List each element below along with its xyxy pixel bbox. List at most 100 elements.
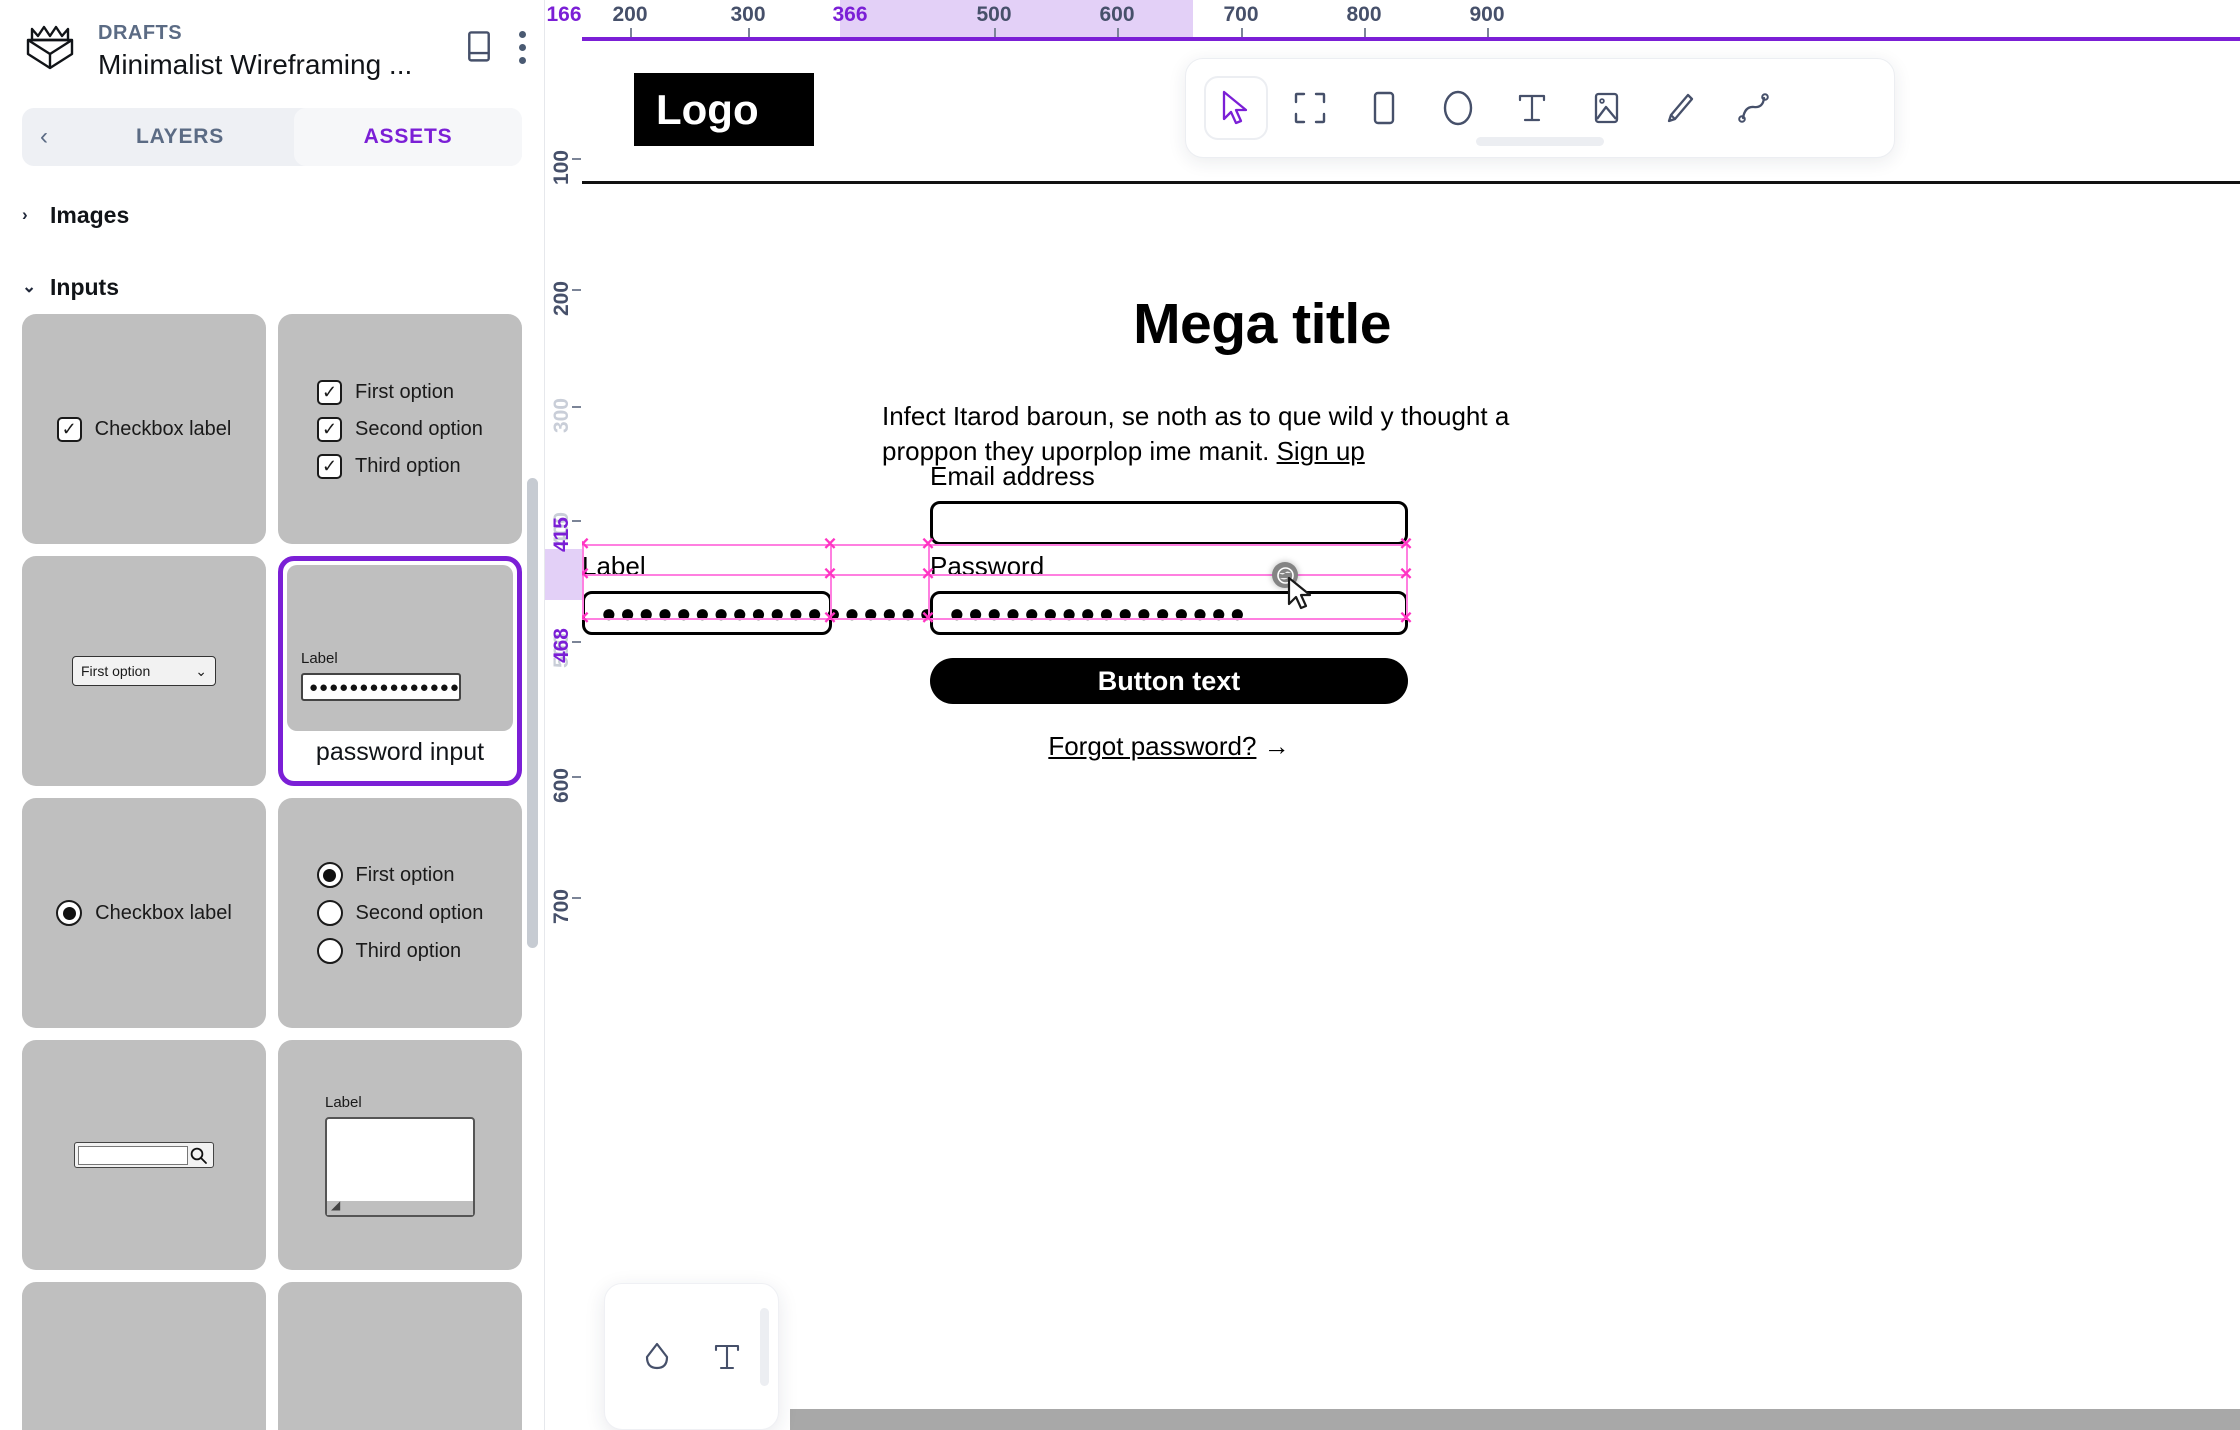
- cursor-icon[interactable]: [1204, 76, 1268, 140]
- nav-divider: [582, 181, 2240, 184]
- ruler-tick: [1364, 28, 1366, 37]
- checkbox-icon: ✓: [317, 379, 343, 405]
- checkbox-icon: ✓: [317, 416, 343, 442]
- ruler-selection-range-vertical: [545, 549, 582, 600]
- select-dropdown: First option ⌄: [72, 656, 216, 686]
- ellipse-icon[interactable]: [1426, 76, 1490, 140]
- asset-card-textarea[interactable]: Label ◢: [278, 1040, 522, 1270]
- text-icon[interactable]: [1500, 76, 1564, 140]
- asset-card-checkbox-group[interactable]: ✓ First option ✓ Second option ✓ Third o…: [278, 314, 522, 544]
- chevron-left-icon[interactable]: ‹: [22, 123, 66, 151]
- logo[interactable]: Logo: [634, 73, 814, 146]
- checkbox-group: ✓ First option ✓ Second option ✓ Third o…: [317, 379, 483, 479]
- password-field: ●●●●●●●●●●●●●●●●: [301, 673, 461, 701]
- selection-handle[interactable]: ✕: [582, 610, 591, 627]
- checkbox-row: ✓ Checkbox label: [56, 416, 231, 442]
- selection-handle[interactable]: ✕: [921, 610, 936, 627]
- ruler-tick: [572, 289, 581, 291]
- selection-guide: [582, 574, 1408, 576]
- selection-handle[interactable]: ✕: [1399, 566, 1414, 583]
- selection-handle[interactable]: ✕: [921, 536, 936, 553]
- selection-guide: [582, 618, 1408, 620]
- selection-handle[interactable]: ✕: [582, 536, 591, 553]
- ruler-tick-label: 166: [546, 3, 582, 26]
- hero-title[interactable]: Mega title: [882, 291, 1642, 357]
- assets-panel: DRAFTS Minimalist Wireframing ... ‹ LAYE…: [0, 0, 545, 1430]
- email-field[interactable]: [930, 501, 1408, 545]
- ruler-tick-label: 500: [976, 3, 1012, 26]
- password-left-field[interactable]: ●●●●●●●●●●●●●●●●●●: [582, 591, 935, 635]
- tools-toolbar[interactable]: [1185, 58, 1895, 158]
- list-item: ✓ First option: [317, 379, 483, 405]
- search-text-area: [78, 1145, 188, 1165]
- forgot-password-link[interactable]: Forgot password? →: [930, 731, 1408, 762]
- selection-handle[interactable]: ✕: [823, 610, 838, 627]
- tab-layers[interactable]: LAYERS: [66, 108, 294, 166]
- ruler-tick: [572, 158, 581, 160]
- password-right-group: Password ●●●●●●●●●●●●●●●●: [930, 551, 1408, 635]
- ruler-tick: [1117, 28, 1119, 37]
- kebab-menu-icon[interactable]: [518, 30, 526, 64]
- section-inputs[interactable]: ⌄ Inputs: [0, 264, 544, 310]
- style-panel-scrollbar[interactable]: [760, 1308, 769, 1386]
- asset-card-radio-single[interactable]: Checkbox label: [22, 798, 266, 1028]
- panel-tabs: ‹ LAYERS ASSETS: [22, 108, 522, 166]
- vertical-ruler[interactable]: 100 200 300 400 415 500 468 600 700: [545, 37, 582, 1430]
- asset-card-password-input[interactable]: Label ●●●●●●●●●●●●●●●● password input: [278, 556, 522, 786]
- design-canvas[interactable]: Logo Mega title Infect Itarod baroun, se…: [582, 41, 2240, 1430]
- ruler-tick-label: 800: [1346, 3, 1382, 26]
- selection-handle[interactable]: ✕: [1399, 536, 1414, 553]
- checkbox-icon: ✓: [56, 416, 82, 442]
- droplet-icon[interactable]: [642, 1340, 672, 1374]
- horizontal-ruler[interactable]: 166 200 300 366 500 600 700 800 900: [545, 0, 2240, 37]
- selection-handle[interactable]: ✕: [823, 566, 838, 583]
- canvas-horizontal-scrollbar[interactable]: [790, 1409, 2240, 1430]
- header-icons: [464, 30, 526, 64]
- artboard[interactable]: Logo Mega title Infect Itarod baroun, se…: [582, 41, 2240, 1391]
- text-icon[interactable]: [712, 1341, 742, 1373]
- chevron-down-icon: ⌄: [22, 277, 37, 296]
- asset-card-select[interactable]: First option ⌄: [22, 556, 266, 786]
- arrow-right-icon: →: [1263, 731, 1290, 761]
- checkbox-label: Second option: [355, 417, 483, 440]
- radio-icon: [316, 900, 343, 926]
- ruler-tick-label: 600: [550, 768, 573, 804]
- selection-handle[interactable]: ✕: [921, 566, 936, 583]
- asset-grid: ✓ Checkbox label ✓ First option ✓ Second…: [0, 314, 544, 1430]
- breadcrumb[interactable]: DRAFTS: [98, 22, 464, 45]
- page-icon[interactable]: [464, 30, 494, 64]
- selection-handle[interactable]: ✕: [582, 566, 591, 583]
- frame-icon[interactable]: [1278, 76, 1342, 140]
- ruler-tick-label: 700: [1223, 3, 1259, 26]
- page-title[interactable]: Minimalist Wireframing ...: [98, 49, 464, 81]
- hero-paragraph-text: Infect Itarod baroun, se noth as to que …: [882, 401, 1510, 467]
- pen-icon[interactable]: [1722, 76, 1786, 140]
- asset-card-checkbox-single[interactable]: ✓ Checkbox label: [22, 314, 266, 544]
- asset-card-radio-group[interactable]: First option Second option Third option: [278, 798, 522, 1028]
- pencil-icon[interactable]: [1648, 76, 1712, 140]
- asset-card-toggle[interactable]: Left label Right label: [278, 1282, 522, 1430]
- password-left-group: Label ●●●●●●●●●●●●●●●●●●: [582, 551, 935, 635]
- assets-panel-scrollbar[interactable]: [527, 478, 538, 948]
- asset-card-search[interactable]: [22, 1040, 266, 1270]
- selection-handle[interactable]: ✕: [823, 536, 838, 553]
- search-icon: [190, 1147, 207, 1164]
- file-titles: DRAFTS Minimalist Wireframing ...: [98, 22, 464, 81]
- selection-handle[interactable]: ✕: [1399, 610, 1414, 627]
- cta-button[interactable]: Button text: [930, 658, 1408, 704]
- section-inputs-label: Inputs: [50, 273, 119, 300]
- image-icon[interactable]: [1574, 76, 1638, 140]
- rectangle-icon[interactable]: [1352, 76, 1416, 140]
- asset-card-text-input[interactable]: Label: [22, 1282, 266, 1430]
- radio-icon: [316, 862, 343, 888]
- style-panel[interactable]: [604, 1283, 779, 1430]
- list-item: Third option: [316, 938, 484, 964]
- toolbar-drag-handle[interactable]: [1476, 137, 1604, 146]
- section-images[interactable]: › Images: [0, 192, 544, 238]
- password-right-field[interactable]: ●●●●●●●●●●●●●●●●: [930, 591, 1408, 635]
- radio-label: Second option: [355, 901, 484, 924]
- password-preview: Label ●●●●●●●●●●●●●●●●: [301, 650, 461, 701]
- chevron-down-icon: ⌄: [195, 662, 207, 679]
- assets-scroll-area: ✓ Checkbox label ✓ First option ✓ Second…: [0, 314, 544, 1430]
- tab-assets[interactable]: ASSETS: [294, 108, 522, 166]
